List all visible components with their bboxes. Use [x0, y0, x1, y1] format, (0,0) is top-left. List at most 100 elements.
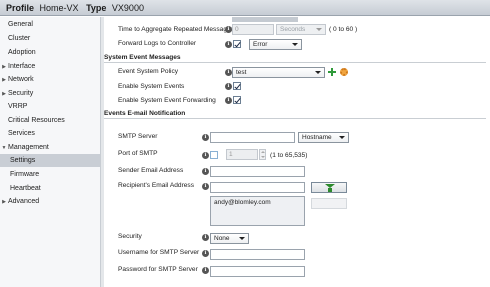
password-label: Password for SMTP Server: [118, 266, 198, 273]
add-recipient-button[interactable]: [311, 182, 347, 193]
forward-logs-checkbox[interactable]: [233, 40, 241, 48]
smtp-server-type-select[interactable]: Hostname: [298, 132, 349, 143]
profile-header: Profile Home-VX Type VX9000: [0, 0, 490, 16]
info-icon[interactable]: i: [202, 168, 209, 175]
smtp-server-input[interactable]: [210, 132, 295, 143]
select-value: Seconds: [280, 26, 306, 33]
sidebar-item-label: Interface: [8, 63, 36, 70]
chevron-down-icon: [292, 43, 298, 46]
sidebar-item-heartbeat[interactable]: Heartbeat: [0, 182, 100, 195]
info-icon[interactable]: i: [225, 69, 232, 76]
gear-icon[interactable]: [340, 68, 348, 76]
smtp-server-label: SMTP Server: [118, 133, 158, 140]
sidebar-item-label: General: [8, 21, 33, 28]
section-system-event-messages: System Event Messages: [104, 54, 486, 63]
aggregate-label: Time to Aggregate Repeated Messages: [118, 26, 234, 33]
enable-forwarding-label: Enable System Event Forwarding: [118, 97, 216, 104]
remove-recipient-button[interactable]: [311, 198, 347, 209]
sidebar-item-advanced[interactable]: ▶ Advanced: [0, 195, 100, 208]
info-icon[interactable]: i: [225, 97, 232, 104]
sender-email-label: Sender Email Address: [118, 167, 184, 174]
enable-forwarding-checkbox[interactable]: [233, 96, 241, 104]
sidebar-item-cluster[interactable]: Cluster: [0, 32, 100, 45]
section-divider: [104, 118, 486, 119]
type-value: VX9000: [111, 3, 144, 13]
section-divider: [104, 62, 486, 63]
select-value: Error: [253, 41, 268, 48]
sidebar-item-label: Management: [8, 144, 49, 151]
expand-arrow-icon[interactable]: ▶: [0, 74, 8, 87]
sidebar-item-security[interactable]: ▶ Security: [0, 87, 100, 100]
info-icon[interactable]: i: [225, 26, 232, 33]
arrow-stem: [328, 188, 332, 192]
sidebar-item-label: Adoption: [8, 49, 36, 56]
create-policy-icon[interactable]: [328, 68, 336, 76]
chevron-down-icon: [316, 28, 322, 31]
info-icon[interactable]: i: [225, 83, 232, 90]
enable-system-events-label: Enable System Events: [118, 83, 185, 90]
type-label: Type: [86, 3, 107, 13]
sidebar-item-vrrp[interactable]: VRRP: [0, 100, 100, 113]
info-icon[interactable]: i: [202, 183, 209, 190]
chevron-down-icon: [315, 71, 321, 74]
sidebar-item-network[interactable]: ▶ Network: [0, 73, 100, 86]
chevron-down-icon: [239, 237, 245, 240]
forward-logs-label: Forward Logs to Controller: [118, 40, 197, 47]
sidebar-item-label: Security: [8, 90, 34, 97]
select-value: test: [236, 69, 247, 76]
section-title: System Event Messages: [104, 54, 181, 61]
sidebar-item-label: Cluster: [8, 35, 31, 42]
sidebar-item-label: Critical Resources: [8, 117, 65, 124]
smtp-port-stepper[interactable]: [259, 149, 266, 160]
sidebar-item-general[interactable]: General: [0, 18, 100, 31]
sender-email-input[interactable]: [210, 166, 305, 177]
sidebar-item-firmware[interactable]: Firmware: [0, 168, 100, 181]
recipient-list[interactable]: andy@blomley.com: [210, 196, 305, 226]
sidebar-item-adoption[interactable]: Adoption: [0, 46, 100, 59]
aggregate-unit-select[interactable]: Seconds: [276, 24, 326, 35]
sidebar-item-label: Settings: [10, 157, 36, 164]
settings-form: Time to Aggregate Repeated Messages i 0 …: [104, 17, 490, 287]
section-title: Events E-mail Notification: [104, 110, 186, 117]
info-icon[interactable]: i: [202, 234, 209, 241]
sidebar-item-services[interactable]: Services: [0, 127, 100, 140]
sidebar-item-settings[interactable]: Settings: [0, 154, 100, 167]
smtp-port-range: (1 to 65,535): [270, 152, 308, 159]
smtp-port-label: Port of SMTP: [118, 150, 158, 157]
sidebar-item-management[interactable]: ▼ Management: [0, 141, 100, 154]
sidebar-item-label: Firmware: [10, 171, 40, 178]
info-icon[interactable]: i: [202, 267, 209, 274]
stepper-up-icon[interactable]: [261, 151, 265, 153]
recipient-email-label: Recipient's Email Address: [118, 182, 195, 189]
password-input[interactable]: [210, 266, 305, 277]
forward-logs-level-select[interactable]: Error: [249, 39, 302, 50]
sidebar-item-label: VRRP: [8, 103, 28, 110]
info-icon[interactable]: i: [225, 41, 232, 48]
recipient-list-item[interactable]: andy@blomley.com: [214, 199, 301, 206]
sidebar-nav: General Cluster Adoption ▶ Interface ▶ Net…: [0, 17, 101, 287]
sidebar-item-label: Advanced: [8, 198, 40, 205]
info-icon[interactable]: i: [202, 250, 209, 257]
security-label: Security: [118, 233, 142, 240]
username-label: Username for SMTP Server: [118, 249, 200, 256]
chevron-down-icon: [339, 136, 345, 139]
smtp-port-input[interactable]: 1: [226, 149, 258, 160]
sidebar-item-critical-resources[interactable]: Critical Resources: [0, 114, 100, 127]
username-input[interactable]: [210, 249, 305, 260]
event-policy-select[interactable]: test: [232, 67, 325, 78]
stepper-down-icon[interactable]: [261, 156, 265, 158]
smtp-port-checkbox[interactable]: [210, 151, 218, 159]
info-icon[interactable]: i: [202, 152, 209, 159]
sidebar-item-label: Heartbeat: [10, 185, 41, 192]
recipient-email-input[interactable]: [210, 182, 305, 193]
scroll-remnant: [232, 17, 298, 22]
aggregate-range: ( 0 to 60 ): [329, 26, 358, 33]
sidebar-item-label: Services: [8, 130, 35, 137]
security-select[interactable]: None: [210, 233, 249, 244]
section-email-notification: Events E-mail Notification: [104, 110, 486, 119]
info-icon[interactable]: i: [202, 134, 209, 141]
sidebar-item-interface[interactable]: ▶ Interface: [0, 60, 100, 73]
enable-system-events-checkbox[interactable]: [233, 82, 241, 90]
aggregate-time-input[interactable]: 0: [232, 24, 274, 35]
expand-arrow-icon[interactable]: ▶: [0, 196, 8, 209]
